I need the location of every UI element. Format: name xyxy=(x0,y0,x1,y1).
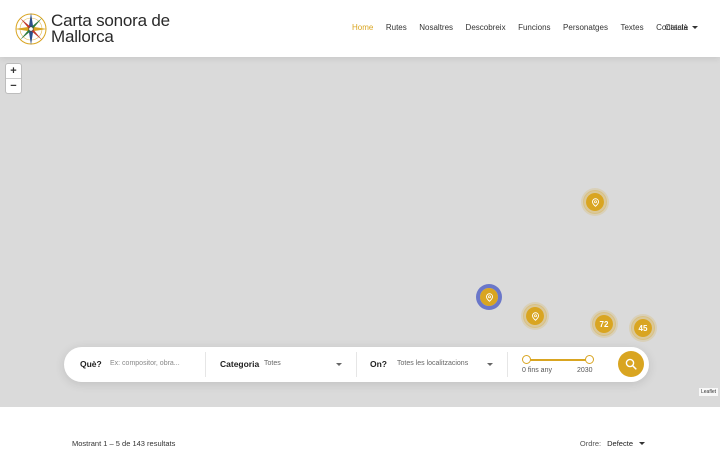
chevron-down-icon xyxy=(336,363,342,366)
order-label: Ordre: xyxy=(579,439,602,448)
chevron-down-icon xyxy=(487,363,493,366)
results-summary: Mostrant 1 – 5 de 143 resultats xyxy=(72,439,176,448)
location-pin-icon xyxy=(531,311,539,321)
divider xyxy=(356,352,357,377)
what-input[interactable]: Ex: compositor, obra... xyxy=(110,360,180,367)
what-label: Què? xyxy=(80,359,102,369)
search-bar: Què? Ex: compositor, obra... Categoria T… xyxy=(64,347,649,382)
site-title-line2: Mallorca xyxy=(51,27,114,46)
map-marker[interactable] xyxy=(583,190,607,214)
site-title[interactable]: Carta sonora de Mallorca xyxy=(51,12,170,46)
zoom-out-button[interactable]: − xyxy=(6,79,21,94)
category-select[interactable]: Totes xyxy=(264,360,281,367)
nav-item-personatges[interactable]: Personatges xyxy=(563,23,608,32)
map-attribution[interactable]: Leaflet xyxy=(698,388,718,396)
nav-item-nosaltres[interactable]: Nosaltres xyxy=(419,23,453,32)
year-range-slider[interactable] xyxy=(526,359,589,361)
location-pin-icon xyxy=(591,197,599,207)
map-marker-selected[interactable] xyxy=(477,285,501,309)
nav-item-descobreix[interactable]: Descobreix xyxy=(466,23,506,32)
zoom-control: + − xyxy=(5,63,22,94)
nav-item-funcions[interactable]: Funcions xyxy=(518,23,550,32)
map-cluster-marker[interactable]: 45 xyxy=(631,316,655,340)
order-selector[interactable]: Ordre: Defecte xyxy=(580,439,645,448)
nav-item-home[interactable]: Home xyxy=(352,23,373,32)
nav-item-rutes[interactable]: Rutes xyxy=(386,23,407,32)
map-marker[interactable] xyxy=(523,304,547,328)
search-icon xyxy=(625,358,637,370)
order-value: Defecte xyxy=(607,439,633,448)
range-max-label: 2030 xyxy=(577,367,593,374)
language-label: Català xyxy=(664,23,688,32)
compass-logo-icon[interactable] xyxy=(14,12,48,46)
where-label: On? xyxy=(370,359,387,369)
chevron-down-icon xyxy=(639,442,645,445)
category-label: Categoria xyxy=(220,359,260,369)
map-cluster-marker[interactable]: 72 xyxy=(592,312,616,336)
language-selector[interactable]: Català xyxy=(665,23,698,32)
divider xyxy=(507,352,508,377)
site-header: Carta sonora de Mallorca Home Rutes Nosa… xyxy=(0,0,720,57)
slider-min-handle[interactable] xyxy=(522,355,531,364)
zoom-in-button[interactable]: + xyxy=(6,64,21,79)
divider xyxy=(205,352,206,377)
nav-item-textes[interactable]: Textes xyxy=(620,23,643,32)
chevron-down-icon xyxy=(692,26,698,29)
slider-max-handle[interactable] xyxy=(585,355,594,364)
where-select[interactable]: Totes les localitzacions xyxy=(397,360,468,367)
range-min-label: 0 fins any xyxy=(522,367,552,374)
main-nav: Home Rutes Nosaltres Descobreix Funcions… xyxy=(352,23,701,32)
location-pin-icon xyxy=(485,292,493,302)
search-button[interactable] xyxy=(618,351,644,377)
